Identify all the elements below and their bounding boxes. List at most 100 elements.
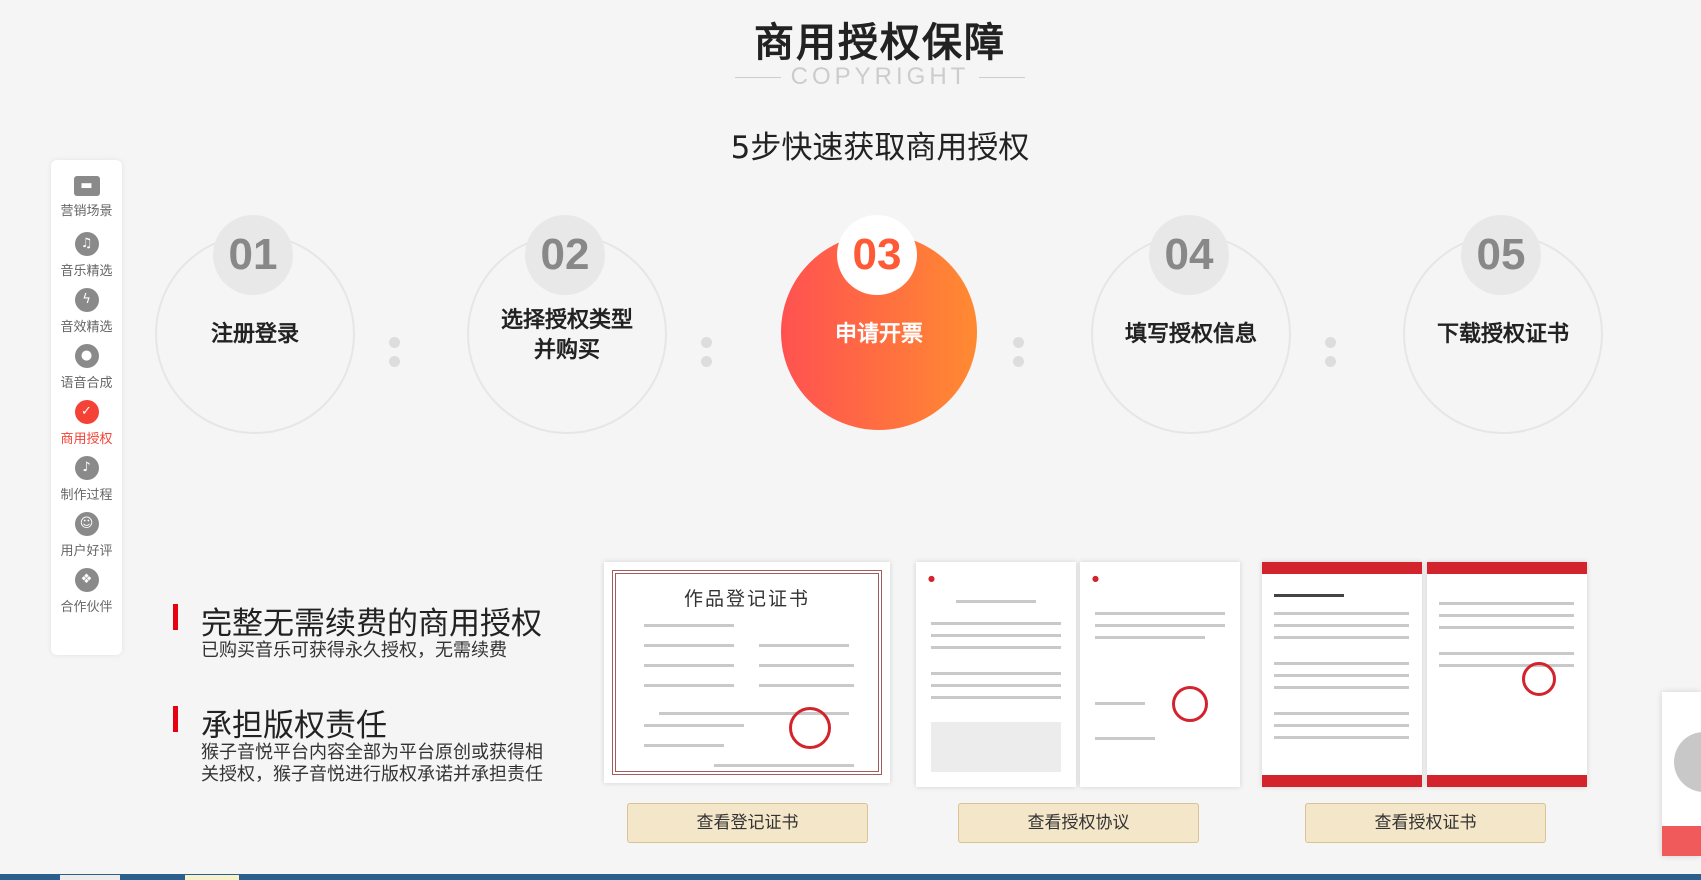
- certificate-text-line: [644, 664, 734, 667]
- shield-check-icon: ✓: [74, 400, 99, 424]
- feature-accent-bar: [173, 604, 178, 630]
- step-number: 04: [1149, 215, 1229, 295]
- sidebar-item-sound-effects[interactable]: ϟ 音效精选: [51, 272, 122, 335]
- sidebar-item-commercial-license[interactable]: ✓ 商用授权: [51, 384, 122, 447]
- step-2: 02 选择授权类型 并购买: [467, 215, 667, 434]
- avatar: [1674, 732, 1701, 792]
- license-agreement-page-2: ●: [1080, 562, 1240, 787]
- red-header-band: [1427, 562, 1587, 574]
- red-seal-icon: [1522, 662, 1556, 696]
- sidebar-item-voice-synthesis[interactable]: ● 语音合成: [51, 328, 122, 391]
- taskbar: [0, 874, 1701, 880]
- step-4: 04 填写授权信息: [1091, 215, 1291, 434]
- document-text-line: [1274, 736, 1409, 739]
- document-text-line: [1274, 636, 1409, 639]
- document-text-line: [931, 696, 1061, 699]
- license-certificate-page-1: [1262, 562, 1422, 787]
- red-header-band: [1262, 562, 1422, 574]
- document-text-line: [1274, 624, 1409, 627]
- document-text-line: [1439, 652, 1574, 655]
- chat-widget[interactable]: [1662, 692, 1701, 856]
- page: 商用授权保障 COPYRIGHT 5步快速获取商用授权 ▬ 营销场景 ♫ 音乐精…: [0, 0, 1701, 880]
- feature-heading: 完整无需续费的商用授权: [201, 606, 542, 642]
- sidebar-item-reviews[interactable]: ☺ 用户好评: [51, 496, 122, 559]
- document-table: [931, 722, 1061, 772]
- view-license-certificate-button[interactable]: 查看授权证书: [1305, 803, 1546, 843]
- view-registration-certificate-button[interactable]: 查看登记证书: [627, 803, 868, 843]
- subtitle-row: COPYRIGHT: [735, 62, 1025, 92]
- step-connector: [389, 333, 429, 367]
- step-number: 05: [1461, 215, 1541, 295]
- document-text-line: [1274, 662, 1409, 665]
- sidebar-item-partners[interactable]: ❖ 合作伙伴: [51, 552, 122, 615]
- red-footer-band: [1262, 775, 1422, 787]
- step-label: 注册登录: [210, 322, 299, 347]
- red-seal-icon: [1172, 686, 1208, 722]
- taskbar-item[interactable]: [60, 875, 120, 880]
- sound-effect-icon: ϟ: [74, 288, 99, 312]
- microphone-icon: ●: [74, 344, 99, 368]
- disc-music-icon: ♪: [74, 456, 99, 480]
- document-text-line: [1439, 664, 1574, 667]
- step-number: 01: [213, 215, 293, 295]
- registration-certificate-image: 作品登记证书: [604, 562, 890, 783]
- feature-description: 已购买音乐可获得永久授权，无需续费: [201, 640, 507, 661]
- smile-icon: ☺: [74, 512, 99, 536]
- certificate-text-line: [644, 744, 724, 747]
- feature-heading: 承担版权责任: [201, 708, 387, 744]
- certificate-text-line: [714, 764, 854, 767]
- certificate-text-line: [759, 664, 854, 667]
- step-number: 02: [525, 215, 605, 295]
- step-number: 03: [837, 215, 917, 295]
- taskbar-item[interactable]: [185, 875, 239, 880]
- sidebar-item-music[interactable]: ♫ 音乐精选: [51, 216, 122, 279]
- clapperboard-icon: ▬: [73, 176, 100, 196]
- document-text-line: [1274, 674, 1409, 677]
- document-text-line: [1095, 636, 1205, 639]
- sidebar-item-marketing[interactable]: ▬ 营销场景: [51, 160, 122, 219]
- document-text-line: [1274, 724, 1409, 727]
- step-connector: [1325, 333, 1365, 367]
- document-text-line: [956, 600, 1036, 603]
- divider-left: [735, 76, 781, 78]
- divider-right: [979, 76, 1025, 78]
- step-3: 03 申请开票: [779, 215, 979, 430]
- document-text-line: [931, 672, 1061, 675]
- feature-accent-bar: [173, 706, 178, 732]
- document-text-line: [931, 684, 1061, 687]
- certificate-text-line: [644, 724, 744, 727]
- steps-title: 5步快速获取商用授权: [730, 130, 1030, 166]
- document-text-line: [931, 622, 1061, 625]
- step-1: 01 注册登录: [155, 215, 355, 434]
- license-agreement-page-1: ●: [916, 562, 1076, 787]
- handshake-icon: ❖: [74, 568, 99, 592]
- step-connector: [1013, 333, 1053, 367]
- sidebar-item-label: 合作伙伴: [60, 600, 113, 615]
- step-connector: [701, 333, 741, 367]
- document-text-line: [1439, 626, 1574, 629]
- document-text-line: [931, 634, 1061, 637]
- chat-action-bar[interactable]: [1662, 826, 1701, 856]
- certificate-text-line: [759, 684, 854, 687]
- document-text-line: [1274, 612, 1409, 615]
- step-label: 下载授权证书: [1436, 322, 1569, 347]
- document-text-line: [931, 646, 1061, 649]
- certificate-text-line: [644, 624, 734, 627]
- step-5: 05 下载授权证书: [1403, 215, 1603, 434]
- step-label: 选择授权类型 并购买: [500, 308, 633, 363]
- red-seal-icon: [789, 707, 831, 749]
- document-text-line: [1095, 612, 1225, 615]
- view-license-agreement-button[interactable]: 查看授权协议: [958, 803, 1199, 843]
- certificate-title: 作品登记证书: [683, 588, 810, 610]
- step-label: 申请开票: [834, 322, 923, 347]
- red-footer-band: [1427, 775, 1587, 787]
- document-text-line: [1274, 712, 1409, 715]
- sidebar-item-production[interactable]: ♪ 制作过程: [51, 440, 122, 503]
- certificate-text-line: [644, 644, 734, 647]
- music-note-icon: ♫: [74, 232, 99, 256]
- feature-description: 猴子音悦平台内容全部为平台原创或获得相关授权，猴子音悦进行版权承诺并承担责任: [201, 742, 543, 785]
- document-text-line: [1439, 602, 1574, 605]
- certificate-text-line: [759, 644, 849, 647]
- page-title: 商用授权保障: [754, 20, 1006, 66]
- page-subtitle: COPYRIGHT: [790, 63, 970, 90]
